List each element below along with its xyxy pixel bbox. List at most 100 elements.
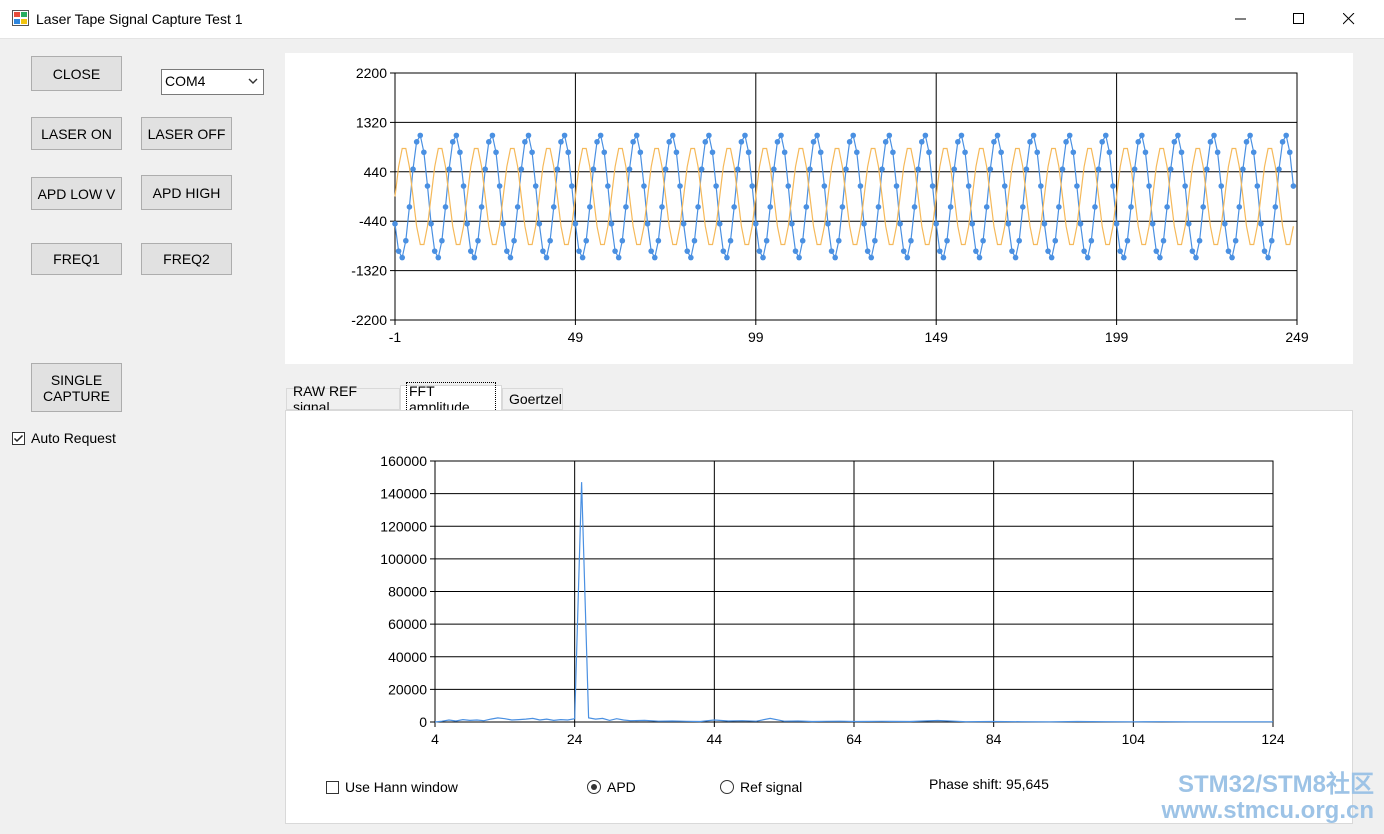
- data-point: [922, 132, 929, 139]
- close-button[interactable]: CLOSE: [31, 56, 122, 91]
- data-point: [1142, 149, 1149, 156]
- data-point: [843, 166, 849, 172]
- data-point: [605, 183, 611, 189]
- data-point: [973, 248, 979, 254]
- data-point: [1016, 237, 1022, 244]
- x-tick-label: 249: [1285, 329, 1309, 345]
- data-point: [749, 183, 755, 189]
- freq2-button[interactable]: FREQ2: [141, 243, 232, 275]
- data-point: [720, 248, 727, 254]
- hann-window-box[interactable]: [326, 780, 339, 794]
- x-tick-label: 104: [1122, 731, 1146, 747]
- y-tick-label: 100000: [380, 551, 427, 567]
- data-point: [1041, 221, 1048, 227]
- data-point: [464, 221, 470, 227]
- data-point: [691, 237, 698, 244]
- data-point: [825, 221, 831, 227]
- y-tick-label: 1320: [356, 114, 387, 130]
- data-point: [1243, 139, 1250, 145]
- data-point: [1088, 237, 1095, 244]
- data-point: [471, 254, 478, 261]
- x-tick-label: 149: [925, 329, 949, 345]
- data-point: [1160, 237, 1167, 244]
- x-tick-label: 24: [567, 731, 583, 747]
- data-point: [651, 254, 658, 261]
- data-point: [875, 204, 882, 210]
- data-point: [655, 237, 662, 244]
- apd-low-button[interactable]: APD LOW V: [31, 177, 122, 210]
- y-tick-label: 40000: [388, 649, 427, 665]
- hann-window-checkbox[interactable]: Use Hann window: [326, 779, 458, 795]
- data-point: [666, 139, 673, 145]
- data-point: [1106, 149, 1113, 156]
- data-point: [1232, 237, 1239, 244]
- single-capture-button[interactable]: SINGLE CAPTURE: [31, 363, 122, 412]
- auto-request-checkbox[interactable]: Auto Request: [12, 430, 116, 446]
- data-point: [641, 183, 647, 189]
- data-point: [998, 149, 1004, 156]
- data-point: [1048, 254, 1055, 261]
- apd-radio[interactable]: APD: [587, 779, 636, 795]
- data-point: [698, 166, 705, 172]
- data-point: [695, 204, 701, 210]
- data-point: [1052, 237, 1059, 244]
- data-point: [1012, 254, 1019, 261]
- data-point: [572, 221, 579, 227]
- auto-request-box[interactable]: [12, 431, 25, 445]
- data-point: [478, 204, 485, 210]
- data-point: [933, 221, 939, 227]
- watermark-line2: www.stmcu.org.cn: [1161, 797, 1374, 824]
- y-tick-label: 160000: [380, 453, 427, 469]
- data-point: [1153, 248, 1160, 254]
- data-point: [1066, 132, 1073, 139]
- data-point: [1189, 248, 1196, 254]
- series-line-1: [394, 147, 1294, 246]
- apd-radio-dot[interactable]: [587, 780, 601, 794]
- y-tick-label: -2200: [351, 312, 387, 328]
- data-point: [1178, 149, 1185, 156]
- raw-signal-chart: -1 49 99 149 199 249 2200 1320 440 -440 -1320 -2200: [351, 65, 1309, 345]
- com-port-value: COM4: [165, 73, 206, 89]
- tab-label: Goertzel: [509, 391, 562, 407]
- freq1-button[interactable]: FREQ1: [31, 243, 122, 275]
- data-point: [861, 221, 867, 227]
- data-point: [789, 221, 795, 227]
- auto-request-label: Auto Request: [31, 430, 116, 446]
- data-point: [882, 139, 889, 145]
- single-capture-label-line1: SINGLE: [50, 371, 103, 388]
- ref-signal-radio[interactable]: Ref signal: [720, 779, 802, 795]
- data-point: [1038, 183, 1044, 189]
- minimize-button[interactable]: [1218, 0, 1264, 38]
- data-point: [493, 149, 499, 156]
- tab-raw-ref-signal[interactable]: RAW REF signal: [286, 383, 400, 415]
- data-point: [756, 248, 763, 254]
- minimize-icon: [1235, 18, 1246, 20]
- data-point: [576, 248, 582, 254]
- data-point: [1279, 139, 1286, 145]
- com-port-select[interactable]: COM4: [161, 69, 264, 95]
- data-point: [496, 183, 503, 189]
- close-window-button[interactable]: [1326, 0, 1372, 38]
- data-point: [1258, 221, 1264, 227]
- ref-signal-radio-dot[interactable]: [720, 780, 734, 794]
- data-point: [947, 204, 954, 210]
- data-point: [807, 166, 813, 172]
- data-point: [467, 248, 474, 254]
- data-point: [713, 183, 719, 189]
- raw-signal-chart-panel: -1 49 99 149 199 249 2200 1320 440 -440 -1320 -2200: [285, 53, 1353, 364]
- tab-goertzel[interactable]: Goertzel: [502, 388, 563, 410]
- x-tick-label: 99: [748, 329, 764, 345]
- laser-off-button[interactable]: LASER OFF: [141, 117, 232, 150]
- data-point: [659, 204, 665, 210]
- tab-fft-amplitude[interactable]: FFT amplitude: [400, 381, 502, 416]
- maximize-button[interactable]: [1276, 0, 1322, 38]
- data-point: [1265, 254, 1271, 261]
- x-tick-label: 199: [1105, 329, 1129, 345]
- data-point: [662, 166, 669, 172]
- laser-on-button[interactable]: LASER ON: [31, 117, 122, 150]
- data-point: [716, 221, 723, 227]
- y-tick-label: 440: [364, 164, 388, 180]
- close-icon: [1343, 13, 1355, 25]
- apd-high-button[interactable]: APD HIGH: [141, 175, 232, 210]
- data-point: [738, 139, 745, 145]
